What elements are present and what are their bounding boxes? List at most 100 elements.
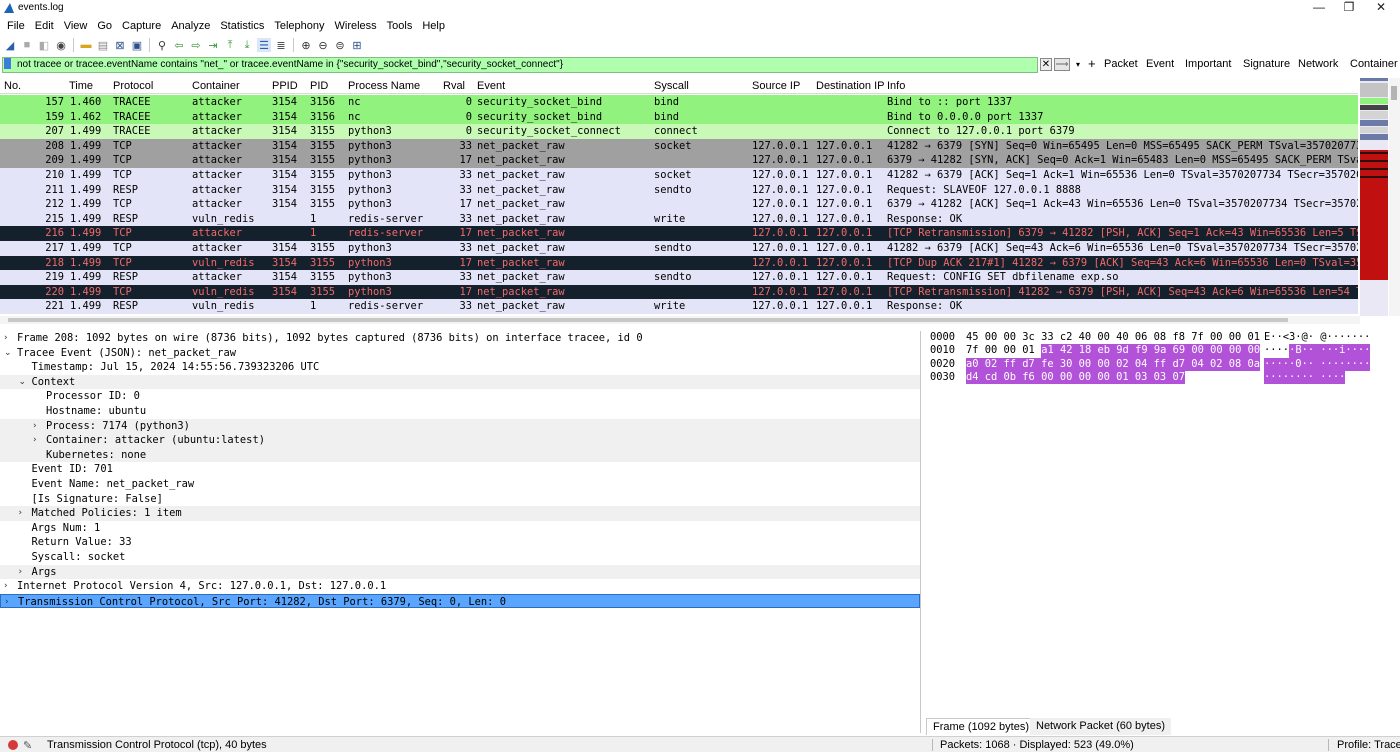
expand-arrow-icon[interactable]: › xyxy=(33,419,37,434)
packet-row[interactable]: 215 1.499 RESP vuln_redis 1 redis-server 33 net… xyxy=(0,211,1358,227)
detail-tree-item[interactable]: ⌄ Context xyxy=(0,374,920,390)
detail-tree-item[interactable]: › Container: attacker (ubuntu:latest) xyxy=(0,433,920,448)
menu-telephony[interactable]: Telephony xyxy=(269,20,329,32)
filter-button-signature[interactable]: Signature xyxy=(1243,58,1290,71)
detail-tree-item[interactable]: Hostname: ubuntu xyxy=(0,404,920,419)
detail-tree-item[interactable]: › Matched Policies: 1 item xyxy=(0,506,920,521)
expand-arrow-icon[interactable]: › xyxy=(4,331,8,346)
edit-comment-icon[interactable]: ✎ xyxy=(23,739,32,752)
menu-statistics[interactable]: Statistics xyxy=(215,20,269,32)
column-header-pid[interactable]: PID xyxy=(310,80,328,92)
menu-analyze[interactable]: Analyze xyxy=(166,20,215,32)
hex-dump-line[interactable]: 0010 7f 00 00 01 a1 42 18 eb 9d f9 9a 69 … xyxy=(926,344,1400,358)
menu-tools[interactable]: Tools xyxy=(382,20,418,32)
open-file-icon[interactable]: ▬ xyxy=(79,38,93,52)
menu-file[interactable]: File xyxy=(2,20,30,32)
filter-button-container[interactable]: Container xyxy=(1350,58,1398,71)
packet-row[interactable]: 221 1.499 RESP vuln_redis 1 redis-server 33 net… xyxy=(0,299,1358,314)
expand-arrow-icon[interactable]: › xyxy=(5,595,9,610)
detail-tree-item[interactable]: › Frame 208: 1092 bytes on wire (8736 bit… xyxy=(0,331,920,346)
colorize-icon[interactable]: ≣ xyxy=(274,38,288,52)
column-header-rval[interactable]: Rval xyxy=(443,80,465,92)
menu-view[interactable]: View xyxy=(59,20,93,32)
filter-button-important[interactable]: Important xyxy=(1185,58,1231,71)
filter-button-network[interactable]: Network xyxy=(1298,58,1338,71)
packet-row[interactable]: 208 1.499 TCP attacker 3154 3155 python3 33 net_… xyxy=(0,138,1358,154)
detail-tree-item[interactable]: › Args xyxy=(0,564,920,580)
start-capture-icon[interactable]: ◢ xyxy=(3,38,17,52)
collapse-arrow-icon[interactable]: ⌄ xyxy=(4,346,12,361)
detail-tree-item[interactable]: › Internet Protocol Version 4, Src: 127.0… xyxy=(0,579,920,594)
go-back-icon[interactable]: ⇦ xyxy=(172,38,186,52)
close-file-icon[interactable]: ⊠ xyxy=(113,38,127,52)
filter-bookmark-icon[interactable] xyxy=(4,58,11,69)
recent-filters-dropdown-icon[interactable]: ▾ xyxy=(1073,58,1083,71)
filter-button-event[interactable]: Event xyxy=(1146,58,1174,71)
expand-arrow-icon[interactable]: › xyxy=(19,506,23,521)
packet-row[interactable]: 216 1.499 TCP attacker 1 redis-server 17 net_pa… xyxy=(0,226,1358,241)
detail-tree-item[interactable]: Kubernetes: none xyxy=(0,447,920,463)
expand-arrow-icon[interactable]: › xyxy=(33,433,37,448)
tab-network-packet-bytes[interactable]: Network Packet (60 bytes) xyxy=(1030,718,1171,735)
add-filter-button-icon[interactable]: + xyxy=(1088,56,1096,72)
detail-tree-item[interactable]: › Transmission Control Protocol, Src Port… xyxy=(0,593,920,610)
menu-wireless[interactable]: Wireless xyxy=(330,20,382,32)
zoom-out-icon[interactable]: ⊖ xyxy=(316,38,330,52)
detail-tree-item[interactable]: Args Num: 1 xyxy=(0,521,920,536)
detail-tree-item[interactable]: Syscall: socket xyxy=(0,550,920,565)
hex-dump-line[interactable]: 0030 d4 cd 0b f6 00 00 00 00 01 03 03 07 ·… xyxy=(926,370,1400,385)
column-header-time[interactable]: Time xyxy=(69,80,93,92)
filter-button-packet[interactable]: Packet xyxy=(1104,58,1138,71)
column-header-no[interactable]: No. xyxy=(4,80,21,92)
packet-row[interactable]: 210 1.499 TCP attacker 3154 3155 python3 33 net_… xyxy=(0,167,1358,183)
close-button[interactable]: ✕ xyxy=(1364,0,1398,17)
packet-list-vertical-scrollbar[interactable] xyxy=(1389,78,1400,316)
menu-capture[interactable]: Capture xyxy=(117,20,166,32)
auto-scroll-icon[interactable]: ☰ xyxy=(257,38,271,52)
column-header-syscall[interactable]: Syscall xyxy=(654,80,689,92)
menu-help[interactable]: Help xyxy=(417,20,450,32)
capture-options-icon[interactable]: ◉ xyxy=(54,38,68,52)
resize-columns-icon[interactable]: ⊞ xyxy=(350,38,364,52)
packet-row[interactable]: 159 1.462 TRACEE attacker 3154 3156 nc 0 securit… xyxy=(0,109,1358,125)
detail-tree-item[interactable]: ⌄ Tracee Event (JSON): net_packet_raw xyxy=(0,346,920,361)
apply-filter-icon[interactable]: ⟶ xyxy=(1054,58,1070,71)
display-filter-input[interactable]: not tracee or tracee.eventName contains … xyxy=(2,57,1038,73)
status-profile[interactable]: Profile: Tracee xyxy=(1337,739,1400,751)
column-header-proc[interactable]: Process Name xyxy=(348,80,420,92)
find-packet-icon[interactable]: ⚲ xyxy=(155,38,169,52)
expert-info-icon[interactable] xyxy=(8,740,18,750)
detail-tree-item[interactable]: Event Name: net_packet_raw xyxy=(0,477,920,492)
hex-dump-line[interactable]: 0000 45 00 00 3c 33 c2 40 00 40 06 08 f8 … xyxy=(926,331,1400,344)
column-header-container[interactable]: Container xyxy=(192,80,240,92)
tab-frame-bytes[interactable]: Frame (1092 bytes) xyxy=(926,718,1036,735)
expand-arrow-icon[interactable]: › xyxy=(19,565,23,580)
packet-list-horizontal-scrollbar[interactable] xyxy=(0,316,1360,324)
detail-tree-item[interactable]: Return Value: 33 xyxy=(0,535,920,550)
detail-tree-item[interactable]: [Is Signature: False] xyxy=(0,492,920,507)
packet-row[interactable]: 157 1.460 TRACEE attacker 3154 3156 nc 0 securit… xyxy=(0,95,1358,110)
go-to-packet-icon[interactable]: ⇥ xyxy=(206,38,220,52)
packet-row[interactable]: 218 1.499 TCP vuln_redis 3154 3155 python3 17 ne… xyxy=(0,255,1358,271)
column-header-event[interactable]: Event xyxy=(477,80,505,92)
detail-tree-item[interactable]: › Process: 7174 (python3) xyxy=(0,418,920,434)
column-header-info[interactable]: Info xyxy=(887,80,905,92)
maximize-button[interactable]: ❐ xyxy=(1332,0,1366,17)
column-header-ppid[interactable]: PPID xyxy=(272,80,298,92)
zoom-in-icon[interactable]: ⊕ xyxy=(299,38,313,52)
packet-row[interactable]: 209 1.499 TCP attacker 3154 3155 python3 17 net_… xyxy=(0,153,1358,168)
clear-filter-icon[interactable]: ✕ xyxy=(1040,58,1052,71)
save-file-icon[interactable]: ▤ xyxy=(96,38,110,52)
menu-edit[interactable]: Edit xyxy=(30,20,59,32)
minimize-button[interactable]: — xyxy=(1302,0,1336,17)
normal-size-icon[interactable]: ⊜ xyxy=(333,38,347,52)
restart-capture-icon[interactable]: ◧ xyxy=(37,38,51,52)
packet-row[interactable]: 219 1.499 RESP attacker 3154 3155 python3 33 net… xyxy=(0,270,1358,285)
column-header-src[interactable]: Source IP xyxy=(752,80,800,92)
menu-go[interactable]: Go xyxy=(92,20,117,32)
reload-file-icon[interactable]: ▣ xyxy=(130,38,144,52)
last-packet-icon[interactable]: ⤓ xyxy=(240,38,254,52)
packet-row[interactable]: 220 1.499 TCP vuln_redis 3154 3155 python3 17 ne… xyxy=(0,284,1358,300)
column-header-proto[interactable]: Protocol xyxy=(113,80,153,92)
detail-tree-item[interactable]: Processor ID: 0 xyxy=(0,389,920,404)
